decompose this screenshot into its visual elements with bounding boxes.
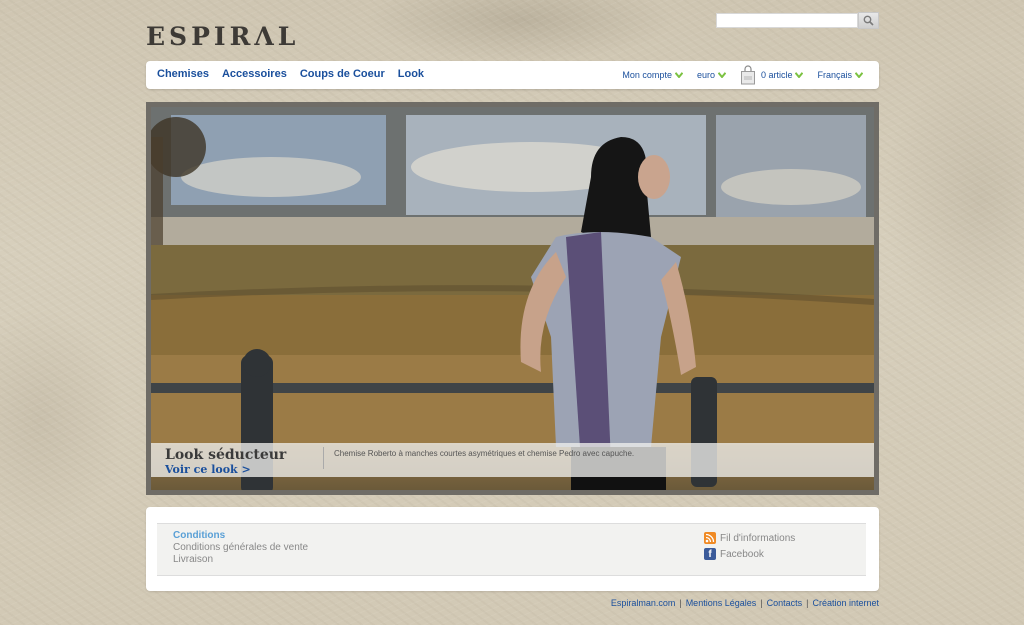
nav-item-coups-de-coeur[interactable]: Coups de Coeur xyxy=(300,68,385,80)
hero-illustration xyxy=(151,107,874,490)
currency-dropdown[interactable]: euro xyxy=(697,70,726,80)
chevron-down-icon xyxy=(855,72,863,78)
rss-link[interactable]: Fil d'informations xyxy=(704,532,795,544)
search-bar xyxy=(716,12,879,29)
bottom-link-espiralman[interactable]: Espiralman.com xyxy=(611,598,676,608)
search-icon xyxy=(863,15,874,26)
link-separator: | xyxy=(679,598,682,608)
search-button[interactable] xyxy=(858,12,879,29)
hero-title: Look séducteur xyxy=(165,447,287,463)
nav-item-chemises[interactable]: Chemises xyxy=(157,68,209,80)
hero-link[interactable]: Voir ce look > xyxy=(165,463,251,476)
search-input[interactable] xyxy=(716,13,858,28)
hero-caption: Look séducteur Voir ce look > Chemise Ro… xyxy=(151,443,874,477)
cart-label: 0 article xyxy=(760,70,793,80)
conditions-link-cgv[interactable]: Conditions générales de vente xyxy=(173,542,308,553)
chevron-down-icon xyxy=(674,72,683,78)
account-nav: Mon compte euro 0 article Français xyxy=(622,64,863,86)
nav-item-look[interactable]: Look xyxy=(398,68,424,80)
currency-label: euro xyxy=(696,70,715,80)
cart-dropdown[interactable]: 0 article xyxy=(740,65,804,85)
main-navbar: Chemises Accessoires Coups de Coeur Look… xyxy=(146,61,879,89)
account-label: Mon compte xyxy=(622,70,672,80)
facebook-label: Facebook xyxy=(720,548,764,560)
rss-label: Fil d'informations xyxy=(720,532,796,544)
chevron-down-icon xyxy=(717,72,726,78)
bottom-link-creation-internet[interactable]: Création internet xyxy=(812,598,879,608)
language-label: Français xyxy=(817,70,852,80)
site-logo[interactable]: ESPIRΛL xyxy=(146,22,299,51)
shopping-bag-icon xyxy=(740,65,755,85)
account-dropdown[interactable]: Mon compte xyxy=(622,70,683,80)
hero-banner: Look séducteur Voir ce look > Chemise Ro… xyxy=(146,102,879,495)
bottom-links: Espiralman.com | Mentions Légales | Cont… xyxy=(611,598,879,608)
facebook-icon: f xyxy=(704,548,716,560)
chevron-down-icon xyxy=(795,72,804,78)
footer-content: Conditions Conditions générales de vente… xyxy=(157,523,866,576)
language-dropdown[interactable]: Français xyxy=(817,70,863,80)
conditions-heading: Conditions xyxy=(173,530,226,541)
bottom-link-contacts[interactable]: Contacts xyxy=(767,598,803,608)
footer-panel: Conditions Conditions générales de vente… xyxy=(146,507,879,591)
caption-divider xyxy=(323,447,324,469)
conditions-link-livraison[interactable]: Livraison xyxy=(173,554,213,565)
link-separator: | xyxy=(806,598,809,608)
link-separator: | xyxy=(760,598,763,608)
hero-image[interactable]: Look séducteur Voir ce look > Chemise Ro… xyxy=(151,107,874,490)
rss-icon xyxy=(704,532,716,544)
hero-description: Chemise Roberto à manches courtes asymét… xyxy=(334,449,635,458)
bottom-link-mentions-legales[interactable]: Mentions Légales xyxy=(686,598,757,608)
category-nav: Chemises Accessoires Coups de Coeur Look xyxy=(157,68,424,80)
nav-item-accessoires[interactable]: Accessoires xyxy=(222,68,287,80)
facebook-link[interactable]: f Facebook xyxy=(704,548,764,560)
